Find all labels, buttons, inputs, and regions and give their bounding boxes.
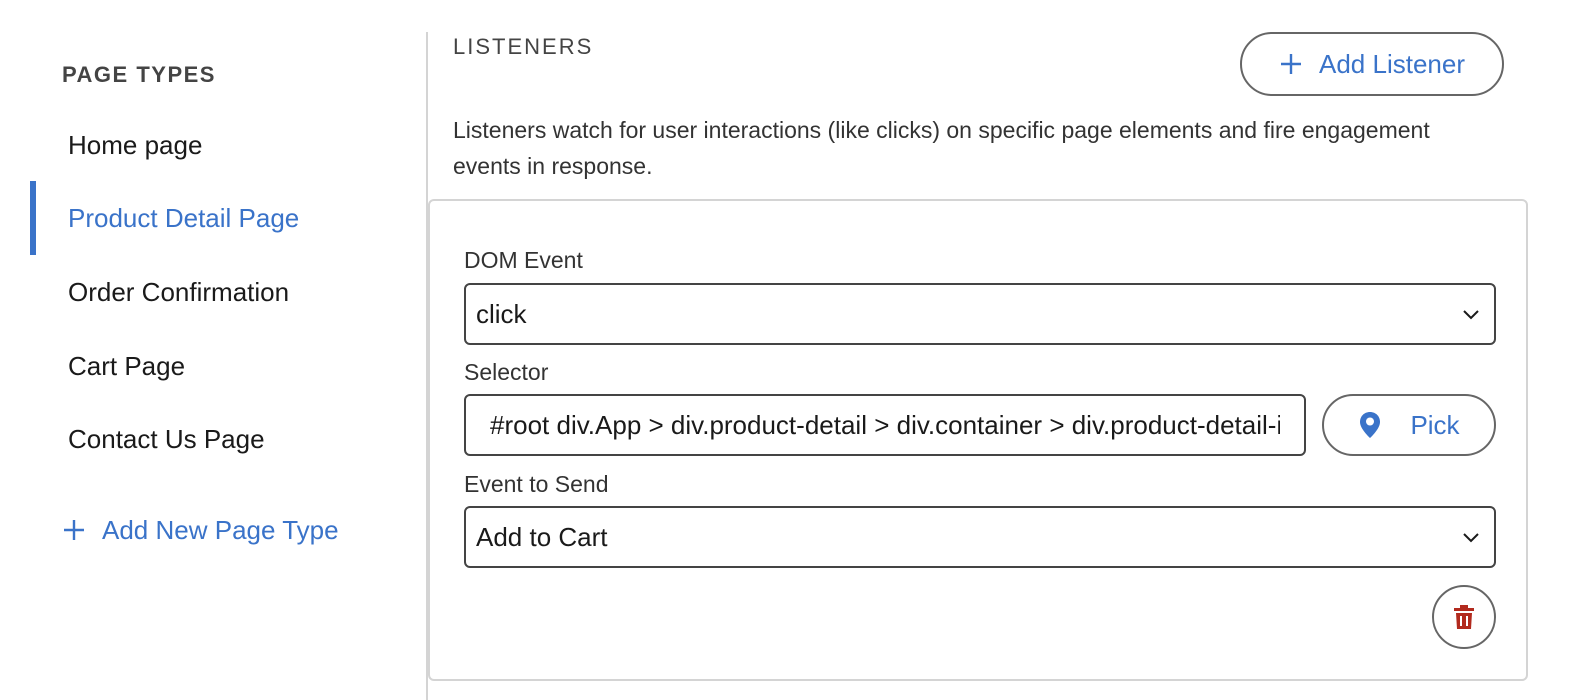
add-page-type-button[interactable]: Add New Page Type <box>62 508 339 552</box>
sidebar-item-label: Product Detail Page <box>68 202 300 233</box>
add-page-type-label: Add New Page Type <box>102 514 339 545</box>
sidebar-item-product-detail-page[interactable]: Product Detail Page <box>30 181 420 255</box>
section-description: Listeners watch for user interactions (l… <box>453 117 1430 179</box>
dom-event-label: DOM Event <box>464 247 583 273</box>
sidebar-item-order-confirmation[interactable]: Order Confirmation <box>30 255 420 329</box>
sidebar-item-home-page[interactable]: Home page <box>30 108 420 182</box>
chevron-down-icon <box>1463 533 1479 543</box>
location-pin-icon <box>1360 412 1381 438</box>
sidebar-item-label: Cart Page <box>68 350 186 381</box>
sidebar-item-cart-page[interactable]: Cart Page <box>30 329 420 403</box>
selector-input[interactable] <box>464 394 1306 456</box>
event-to-send-select[interactable]: Add to Cart <box>464 506 1496 568</box>
plus-icon <box>64 520 84 540</box>
listener-card: DOM Event click Selector Pick Event to S… <box>428 199 1528 681</box>
sidebar: PAGE TYPES Home page Product Detail Page… <box>0 0 428 700</box>
chevron-down-icon <box>1463 310 1479 320</box>
trash-icon <box>1454 605 1474 629</box>
page-types-editor: PAGE TYPES Home page Product Detail Page… <box>0 0 1574 700</box>
pick-label: Pick <box>1410 409 1460 440</box>
event-to-send-label: Event to Send <box>464 471 609 497</box>
add-listener-button[interactable]: Add Listener <box>1240 32 1504 96</box>
sidebar-item-label: Home page <box>68 129 203 160</box>
sidebar-item-contact-us-page[interactable]: Contact Us Page <box>30 402 420 476</box>
plus-icon <box>1281 54 1301 74</box>
sidebar-item-label: Order Confirmation <box>68 276 290 307</box>
selector-label: Selector <box>464 359 549 385</box>
delete-listener-button[interactable] <box>1432 585 1496 649</box>
section-title: LISTENERS <box>453 34 594 59</box>
sidebar-heading: PAGE TYPES <box>62 62 216 87</box>
add-listener-label: Add Listener <box>1319 48 1465 79</box>
pick-button[interactable]: Pick <box>1322 394 1496 456</box>
dom-event-value: click <box>476 298 527 329</box>
sidebar-item-label: Contact Us Page <box>68 423 265 454</box>
dom-event-select[interactable]: click <box>464 283 1496 345</box>
event-to-send-value: Add to Cart <box>476 521 608 552</box>
